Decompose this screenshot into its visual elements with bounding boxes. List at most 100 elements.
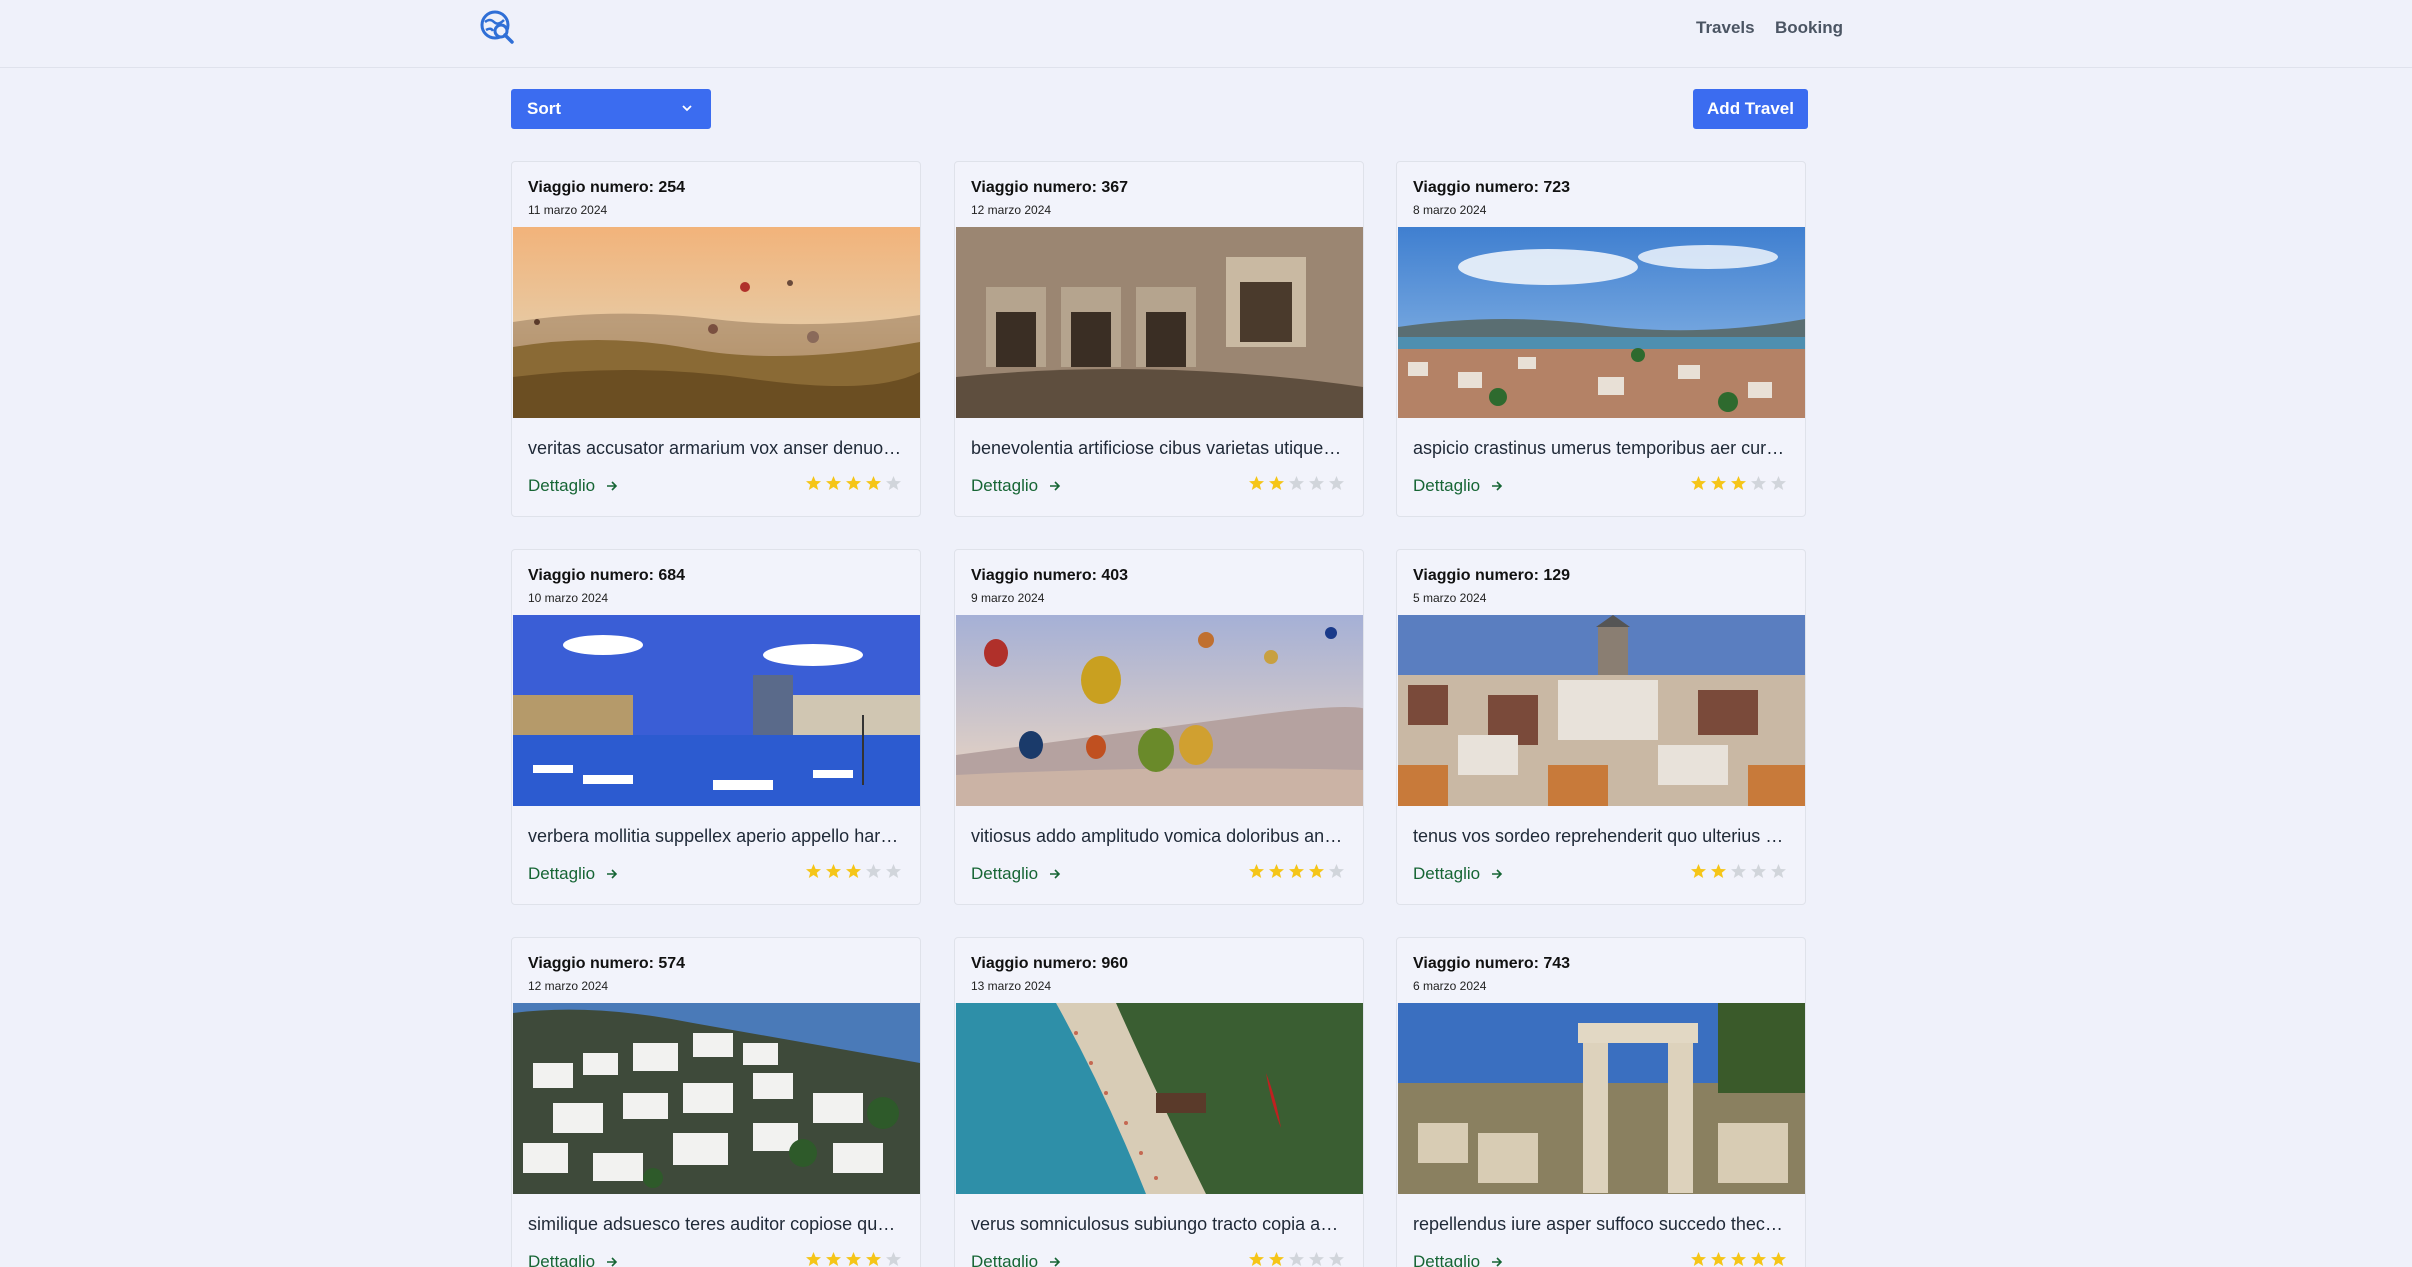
detail-link[interactable]: Dettaglio — [1413, 476, 1504, 496]
star-rating — [1690, 475, 1787, 492]
star-icon — [1771, 1252, 1786, 1266]
detail-link-label: Dettaglio — [971, 476, 1039, 495]
travel-card: Viaggio numero: 129 5 marzo 2024 tenus v… — [1396, 549, 1806, 905]
travel-card: Viaggio numero: 254 11 marzo 2024 verita… — [511, 161, 921, 517]
card-date: 10 marzo 2024 — [528, 591, 609, 605]
detail-link-label: Dettaglio — [1413, 1252, 1481, 1267]
card-description: verbera mollitia suppellex aperio appell… — [528, 826, 899, 846]
star-icon — [846, 864, 861, 878]
arrow-right-icon — [607, 1257, 618, 1267]
star-icon — [1711, 1252, 1726, 1266]
star-rating — [805, 475, 902, 492]
star-icon — [1329, 476, 1344, 490]
nav-booking-link[interactable]: Booking — [1775, 18, 1843, 38]
star-icon — [886, 1252, 901, 1266]
arrow-right-icon — [1492, 1257, 1503, 1267]
sort-dropdown[interactable]: Sort — [511, 89, 711, 129]
star-icon — [866, 476, 881, 490]
card-description: repellendus iure asper suffoco succedo t… — [1413, 1214, 1783, 1234]
star-icon — [1691, 1252, 1706, 1266]
star-icon — [1711, 476, 1726, 490]
star-icon — [1771, 476, 1786, 490]
card-date: 6 marzo 2024 — [1413, 979, 1487, 993]
card-title: Viaggio numero: 574 — [528, 955, 686, 972]
arrow-right-icon — [1050, 481, 1061, 491]
star-icon — [866, 864, 881, 878]
card-title: Viaggio numero: 367 — [971, 179, 1129, 196]
detail-link-label: Dettaglio — [528, 864, 596, 883]
star-rating — [1248, 475, 1345, 492]
card-title: Viaggio numero: 743 — [1413, 955, 1571, 972]
card-title: Viaggio numero: 960 — [971, 955, 1129, 972]
detail-link[interactable]: Dettaglio — [528, 476, 619, 496]
detail-link-label: Dettaglio — [1413, 476, 1481, 495]
star-icon — [1329, 864, 1344, 878]
detail-link-label: Dettaglio — [1413, 864, 1481, 883]
detail-link[interactable]: Dettaglio — [1413, 864, 1504, 884]
travel-card: Viaggio numero: 960 13 marzo 2024 verus … — [954, 937, 1364, 1267]
card-image — [1398, 615, 1805, 806]
detail-link[interactable]: Dettaglio — [528, 864, 619, 884]
star-icon — [1691, 864, 1706, 878]
card-title: Viaggio numero: 403 — [971, 567, 1129, 584]
star-icon — [1289, 1252, 1304, 1266]
card-description: veritas accusator armarium vox anser den… — [528, 438, 902, 458]
detail-link-label: Dettaglio — [528, 476, 596, 495]
card-description: tenus vos sordeo reprehenderit quo ulter… — [1413, 826, 1784, 846]
card-date: 12 marzo 2024 — [528, 979, 609, 993]
star-icon — [1751, 864, 1766, 878]
star-icon — [806, 864, 821, 878]
detail-link[interactable]: Dettaglio — [1413, 1252, 1504, 1267]
card-image — [956, 615, 1363, 806]
arrow-right-icon — [1492, 481, 1503, 491]
card-date: 9 marzo 2024 — [971, 591, 1045, 605]
card-image — [1398, 1003, 1805, 1194]
star-icon — [826, 1252, 841, 1266]
card-image — [956, 1003, 1363, 1194]
card-title: Viaggio numero: 723 — [1413, 179, 1571, 196]
card-title: Viaggio numero: 254 — [528, 179, 686, 196]
globe-search-icon[interactable] — [480, 10, 514, 44]
star-icon — [1309, 864, 1324, 878]
card-image — [513, 227, 920, 418]
star-icon — [1269, 476, 1284, 490]
star-icon — [846, 476, 861, 490]
star-rating — [1690, 1251, 1787, 1267]
star-icon — [866, 1252, 881, 1266]
travel-card: Viaggio numero: 367 12 marzo 2024 benevo… — [954, 161, 1364, 517]
star-icon — [1731, 864, 1746, 878]
card-description: similique adsuesco teres auditor copiose… — [528, 1214, 896, 1234]
card-description: verus somniculosus subiungo tracto copia… — [971, 1214, 1339, 1234]
card-title: Viaggio numero: 129 — [1413, 567, 1571, 584]
star-icon — [886, 864, 901, 878]
travel-card: Viaggio numero: 684 10 marzo 2024 verber… — [511, 549, 921, 905]
chevron-down-icon — [682, 105, 692, 112]
star-icon — [1269, 864, 1284, 878]
star-icon — [1731, 1252, 1746, 1266]
card-image — [956, 227, 1363, 418]
star-icon — [1731, 476, 1746, 490]
arrow-right-icon — [1492, 869, 1503, 879]
star-icon — [846, 1252, 861, 1266]
sort-label: Sort — [527, 99, 561, 118]
arrow-right-icon — [607, 869, 618, 879]
nav-travels-link[interactable]: Travels — [1696, 18, 1755, 38]
star-icon — [1269, 1252, 1284, 1266]
detail-link-label: Dettaglio — [528, 1252, 596, 1267]
detail-link[interactable]: Dettaglio — [971, 476, 1062, 496]
star-rating — [1690, 863, 1787, 880]
card-title: Viaggio numero: 684 — [528, 567, 686, 584]
star-icon — [1751, 1252, 1766, 1266]
detail-link[interactable]: Dettaglio — [971, 864, 1062, 884]
detail-link[interactable]: Dettaglio — [971, 1252, 1062, 1267]
add-travel-button[interactable]: Add Travel — [1693, 89, 1808, 129]
star-icon — [1751, 476, 1766, 490]
star-icon — [806, 1252, 821, 1266]
card-date: 12 marzo 2024 — [971, 203, 1052, 217]
arrow-right-icon — [607, 481, 618, 491]
detail-link[interactable]: Dettaglio — [528, 1252, 619, 1267]
card-description: aspicio crastinus umerus temporibus aer … — [1413, 438, 1785, 458]
star-icon — [826, 864, 841, 878]
card-image — [513, 1003, 920, 1194]
travel-card: Viaggio numero: 574 12 marzo 2024 simili… — [511, 937, 921, 1267]
